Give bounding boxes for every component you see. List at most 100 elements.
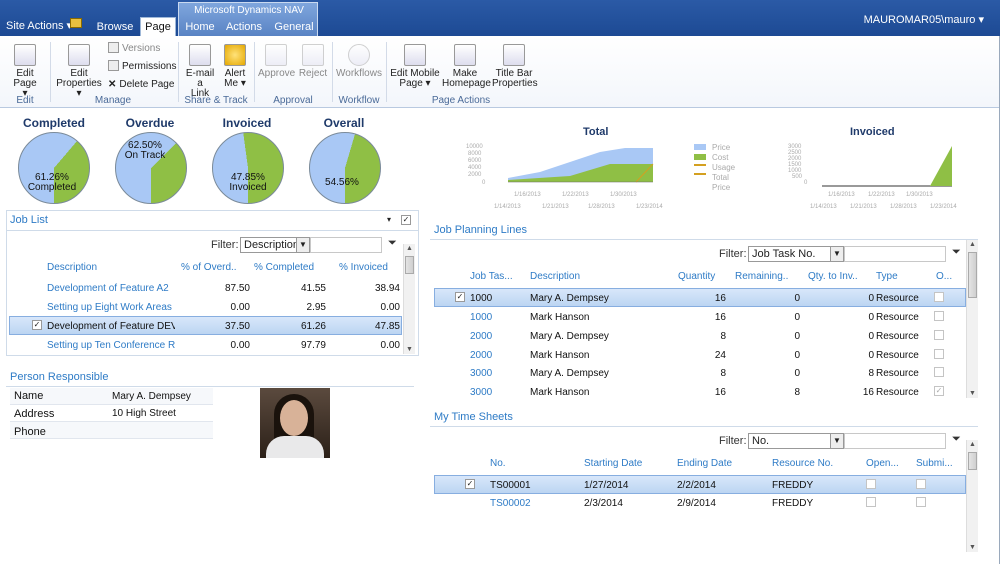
plan-row-type: Resource	[876, 368, 919, 379]
invoiced-xtick: 1/28/2013	[890, 204, 917, 210]
plan-row-task[interactable]: 3000	[470, 387, 492, 398]
ts-col-open[interactable]: Open...	[866, 458, 899, 469]
job-col-invoiced[interactable]: % Invoiced	[339, 262, 388, 273]
invoiced-chart: 3000 2500 2000 1500 1000 500 0 1/16/2013…	[788, 144, 957, 210]
filter-funnel-icon[interactable]: ⏷	[952, 246, 961, 259]
plan-row-remaining: 0	[794, 293, 800, 304]
plan-row-overdue-checkbox[interactable]	[934, 367, 944, 377]
ts-row-submitted-checkbox[interactable]	[916, 497, 926, 507]
timesheets-filter-input[interactable]	[844, 433, 946, 449]
scroll-down-icon[interactable]: ▼	[969, 544, 976, 551]
scroll-thumb[interactable]	[405, 256, 414, 274]
plan-row-task[interactable]: 2000	[470, 350, 492, 361]
planning-scrollbar[interactable]: ▲ ▼	[966, 240, 978, 398]
plan-row-overdue-checkbox[interactable]	[934, 330, 944, 340]
scroll-up-icon[interactable]: ▲	[969, 441, 976, 448]
approve-button[interactable]: Approve	[258, 44, 295, 79]
job-list-filter-input[interactable]	[310, 237, 382, 253]
plan-col-quantity[interactable]: Quantity	[678, 271, 715, 282]
planning-divider	[430, 239, 978, 240]
job-row-description[interactable]: Development of Feature A2	[47, 283, 169, 294]
reject-button[interactable]: Reject	[298, 44, 328, 79]
ts-col-start[interactable]: Starting Date	[584, 458, 642, 469]
plan-row-overdue-checkbox[interactable]	[934, 349, 944, 359]
edit-properties-button[interactable]: Edit Properties ▾	[54, 44, 104, 99]
ts-row-open-checkbox[interactable]	[866, 497, 876, 507]
scroll-down-icon[interactable]: ▼	[406, 346, 413, 353]
plan-row-task[interactable]: 1000	[470, 312, 492, 323]
timesheet-row-checkbox[interactable]: ✓	[465, 479, 475, 489]
ts-col-resource[interactable]: Resource No.	[772, 458, 833, 469]
ts-col-end[interactable]: Ending Date	[677, 458, 732, 469]
plan-col-qty-invoice[interactable]: Qty. to Inv..	[808, 271, 858, 282]
scroll-down-icon[interactable]: ▼	[969, 390, 976, 397]
scroll-thumb[interactable]	[968, 452, 977, 470]
ts-col-no[interactable]: No.	[490, 458, 506, 469]
planning-filter-select[interactable]: Job Task No. ▼	[748, 246, 844, 262]
permissions-button[interactable]: Permissions	[108, 60, 176, 72]
plan-row-overdue-checkbox[interactable]: ✓	[934, 386, 944, 396]
tab-general[interactable]: General	[272, 18, 316, 36]
planning-row-checkbox[interactable]: ✓	[455, 292, 465, 302]
make-homepage-button[interactable]: Make Homepage	[442, 44, 491, 89]
job-row-checkbox[interactable]: ✓	[32, 320, 42, 330]
scroll-up-icon[interactable]: ▲	[406, 245, 413, 252]
job-row-description[interactable]: Setting up Eight Work Areas	[47, 302, 172, 313]
edit-mobile-label-2: Page	[399, 78, 423, 89]
plan-col-description[interactable]: Description	[530, 271, 580, 282]
pie-invoiced-caption: Invoiced	[229, 182, 267, 193]
timesheets-filter-select[interactable]: No. ▼	[748, 433, 844, 449]
job-row-description[interactable]: Development of Feature DEV	[47, 321, 175, 332]
pie-overdue-caption: On Track	[124, 150, 166, 161]
plan-row-description: Mark Hanson	[530, 312, 590, 323]
job-col-description[interactable]: Description	[47, 262, 97, 273]
edit-mobile-page-button[interactable]: Edit Mobile Page ▾	[390, 44, 440, 89]
versions-button[interactable]: Versions	[108, 42, 160, 54]
plan-col-task[interactable]: Job Tas...	[470, 271, 513, 282]
email-link-button[interactable]: E-mail a Link	[182, 44, 218, 99]
edit-page-icon	[14, 44, 36, 66]
filter-funnel-icon[interactable]: ⏷	[388, 237, 397, 250]
plan-col-type[interactable]: Type	[876, 271, 898, 282]
ts-row-no[interactable]: TS00001	[490, 480, 531, 491]
job-row-description[interactable]: Setting up Ten Conference R	[47, 340, 175, 351]
tab-browse[interactable]: Browse	[96, 18, 134, 36]
job-col-completed[interactable]: % Completed	[254, 262, 314, 273]
plan-row-qty-invoice: 8	[868, 368, 874, 379]
plan-row-overdue-checkbox[interactable]	[934, 311, 944, 321]
site-actions-menu[interactable]: Site Actions ▾	[6, 19, 72, 32]
tab-home[interactable]: Home	[182, 18, 218, 36]
tab-page[interactable]: Page	[140, 17, 176, 37]
pie-chart-completed	[18, 132, 90, 204]
plan-row-overdue-checkbox[interactable]	[934, 292, 944, 302]
person-name-value: Mary A. Dempsey	[112, 391, 191, 402]
job-col-overdue[interactable]: % of Overd..	[181, 262, 237, 273]
job-list-scrollbar[interactable]: ▲ ▼	[403, 244, 415, 354]
user-menu[interactable]: MAUROMAR05\mauro ▾	[864, 13, 984, 26]
plan-row-task[interactable]: 1000	[470, 293, 492, 304]
filter-funnel-icon[interactable]: ⏷	[952, 433, 961, 446]
plan-row-task[interactable]: 3000	[470, 368, 492, 379]
edit-page-button[interactable]: Edit Page ▾	[4, 44, 46, 99]
plan-col-overdue[interactable]: O...	[936, 271, 952, 282]
job-list-filter-select[interactable]: Description ▼	[240, 237, 310, 253]
legend-total-swatch	[694, 173, 706, 175]
plan-row-remaining: 0	[794, 368, 800, 379]
navigate-up-icon[interactable]	[70, 18, 82, 28]
plan-row-task[interactable]: 2000	[470, 331, 492, 342]
scroll-up-icon[interactable]: ▲	[969, 241, 976, 248]
ts-row-no[interactable]: TS00002	[490, 498, 531, 509]
delete-page-button[interactable]: ✕ Delete Page	[108, 79, 174, 90]
timesheets-scrollbar[interactable]: ▲ ▼	[966, 440, 978, 552]
plan-col-remaining[interactable]: Remaining..	[735, 271, 788, 282]
job-list-filter-label: Filter:	[211, 239, 239, 251]
ts-row-submitted-checkbox[interactable]	[916, 479, 926, 489]
title-bar-properties-button[interactable]: Title Bar Properties	[492, 44, 538, 89]
ts-col-submitted[interactable]: Submi...	[916, 458, 953, 469]
planning-filter-input[interactable]	[844, 246, 946, 262]
scroll-thumb[interactable]	[968, 252, 977, 298]
tab-actions[interactable]: Actions	[224, 18, 264, 36]
alert-me-button[interactable]: Alert Me ▾	[220, 44, 250, 89]
workflows-button[interactable]: Workflows	[336, 44, 382, 79]
ts-row-open-checkbox[interactable]	[866, 479, 876, 489]
